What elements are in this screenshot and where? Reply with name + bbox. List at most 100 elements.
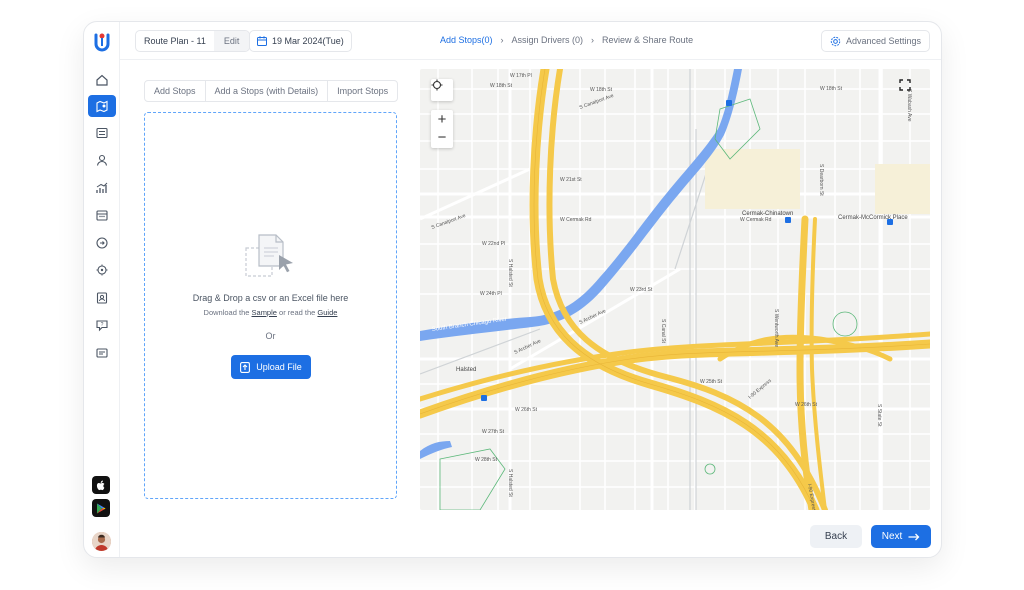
street-label: W 18th St [490,83,513,89]
add-stops-tabs: Add Stops Add a Stops (with Details) Imp… [144,80,399,102]
calendar-icon [96,210,108,221]
back-button[interactable]: Back [810,525,862,548]
svg-text:?: ? [101,322,104,328]
route-plan-name: Route Plan - 11 [144,36,206,46]
dispatch-icon [96,237,108,249]
street-label: S Dearborn St [818,164,824,196]
sidebar-item-list[interactable] [88,122,116,144]
edit-plan-button[interactable]: Edit [213,31,250,51]
street-label: W 28th St [475,457,498,463]
sidebar-item-chat[interactable] [88,342,116,364]
street-label: S Archer Ave [578,308,607,326]
sidebar-item-drivers[interactable] [88,149,116,171]
tab-add-stops-details[interactable]: Add a Stops (with Details) [206,81,329,101]
step-progress: Add Stops(0) › Assign Drivers (0) › Revi… [440,35,693,45]
avatar[interactable] [92,532,111,551]
gear-icon [830,36,841,46]
app-logo-icon[interactable] [91,31,113,53]
street-label: S Canalport Ave [579,93,615,111]
next-button[interactable]: Next [871,525,931,548]
street-label: W 26th St [515,407,538,413]
zoom-out-button[interactable]: − [438,129,447,147]
step-assign-drivers[interactable]: Assign Drivers (0) [512,35,584,45]
street-label: I-90 Express [747,378,773,401]
street-label: S State St [876,404,882,427]
street-label: S Halsted St [507,259,513,287]
sample-link[interactable]: Sample [252,308,277,317]
zoom-in-button[interactable]: + [438,111,447,129]
map-canvas: South Branch Chicago River Cermak-Chinat… [420,69,930,510]
street-label: S Halsted St [507,469,513,497]
app-store-icon[interactable] [92,476,110,494]
download-sample-text: Download the Sample or read the Guide [145,308,396,317]
fullscreen-icon [899,79,911,91]
sidebar-item-home[interactable] [88,69,116,91]
street-label: S Canal St [660,319,666,344]
calendar-icon [257,36,267,46]
street-label: W 25th St [700,379,723,385]
street-label: W 22nd Pl [482,241,505,247]
map-label-halsted: Halsted [456,367,476,373]
top-header: Route Plan - 11 Edit 19 Mar 2024(Tue) Ad… [120,22,941,60]
locate-me-button[interactable] [431,79,453,101]
street-label: W Cermak Rd [560,217,592,223]
sidebar-item-route-plan[interactable] [88,95,116,117]
street-label: W 18th St [820,86,843,92]
contacts-icon [96,292,108,304]
file-upload-icon [245,233,297,279]
route-map[interactable]: South Branch Chicago River Cermak-Chinat… [420,69,930,510]
guide-prefix-text: or read the [279,308,316,317]
list-icon [96,127,108,139]
crosshair-icon [431,79,443,91]
home-icon [96,74,108,86]
street-label: S Wentworth Ave [773,309,779,347]
sidebar-item-dispatch[interactable] [88,232,116,254]
upload-file-button[interactable]: Upload File [231,355,311,379]
route-plan-icon [96,100,108,113]
file-dropzone[interactable]: Drag & Drop a csv or an Excel file here … [144,112,397,499]
chevron-right-icon: › [500,35,504,45]
step-review-share[interactable]: Review & Share Route [602,35,693,45]
advanced-settings-button[interactable]: Advanced Settings [820,30,930,52]
street-label: W Cermak Rd [740,217,772,223]
sidebar-item-calendar[interactable] [88,204,116,226]
location-icon [96,264,108,276]
drop-instructions: Drag & Drop a csv or an Excel file here [192,293,349,303]
play-store-icon[interactable] [92,499,110,517]
street-label: W 18th St [590,87,613,93]
step-add-stops[interactable]: Add Stops(0) [440,35,493,45]
sidebar-item-analytics[interactable] [88,177,116,199]
chevron-right-icon: › [591,35,595,45]
date-value: 19 Mar 2024(Tue) [272,36,344,46]
support-icon: ? [96,320,108,332]
street-label: W 21st St [560,177,582,183]
upload-icon [240,361,251,373]
sidebar-item-location[interactable] [88,259,116,281]
date-picker[interactable]: 19 Mar 2024(Tue) [249,30,352,52]
guide-link[interactable]: Guide [317,308,337,317]
fullscreen-button[interactable] [899,79,921,101]
sample-prefix-text: Download the [203,308,250,317]
tab-add-stops[interactable]: Add Stops [145,81,206,101]
street-label: W 23rd St [630,287,653,293]
arrow-right-icon [908,533,920,540]
chat-icon [96,348,108,358]
app-window: ? Route Plan - 11 Edit 19 Mar 2024(Tue) … [83,21,942,558]
sidebar-item-contacts[interactable] [88,287,116,309]
sidebar: ? [84,22,120,557]
street-label: W 27th St [482,429,505,435]
or-separator: Or [265,331,276,341]
map-label-mccormick: Cermak-McCormick Place [838,215,908,221]
advanced-settings-label: Advanced Settings [845,36,921,46]
route-plan-selector: Route Plan - 11 Edit [135,30,251,52]
upload-file-label: Upload File [256,362,302,372]
zoom-controls: + − [431,110,453,148]
sidebar-item-support[interactable]: ? [88,314,116,336]
street-label: W 26th St [795,402,818,408]
tab-import-stops[interactable]: Import Stops [328,81,397,101]
next-label: Next [881,531,903,542]
street-label: W 24th Pl [480,291,502,297]
street-label: W 17th Pl [510,73,532,79]
analytics-icon [96,182,108,193]
drivers-icon [96,154,108,166]
